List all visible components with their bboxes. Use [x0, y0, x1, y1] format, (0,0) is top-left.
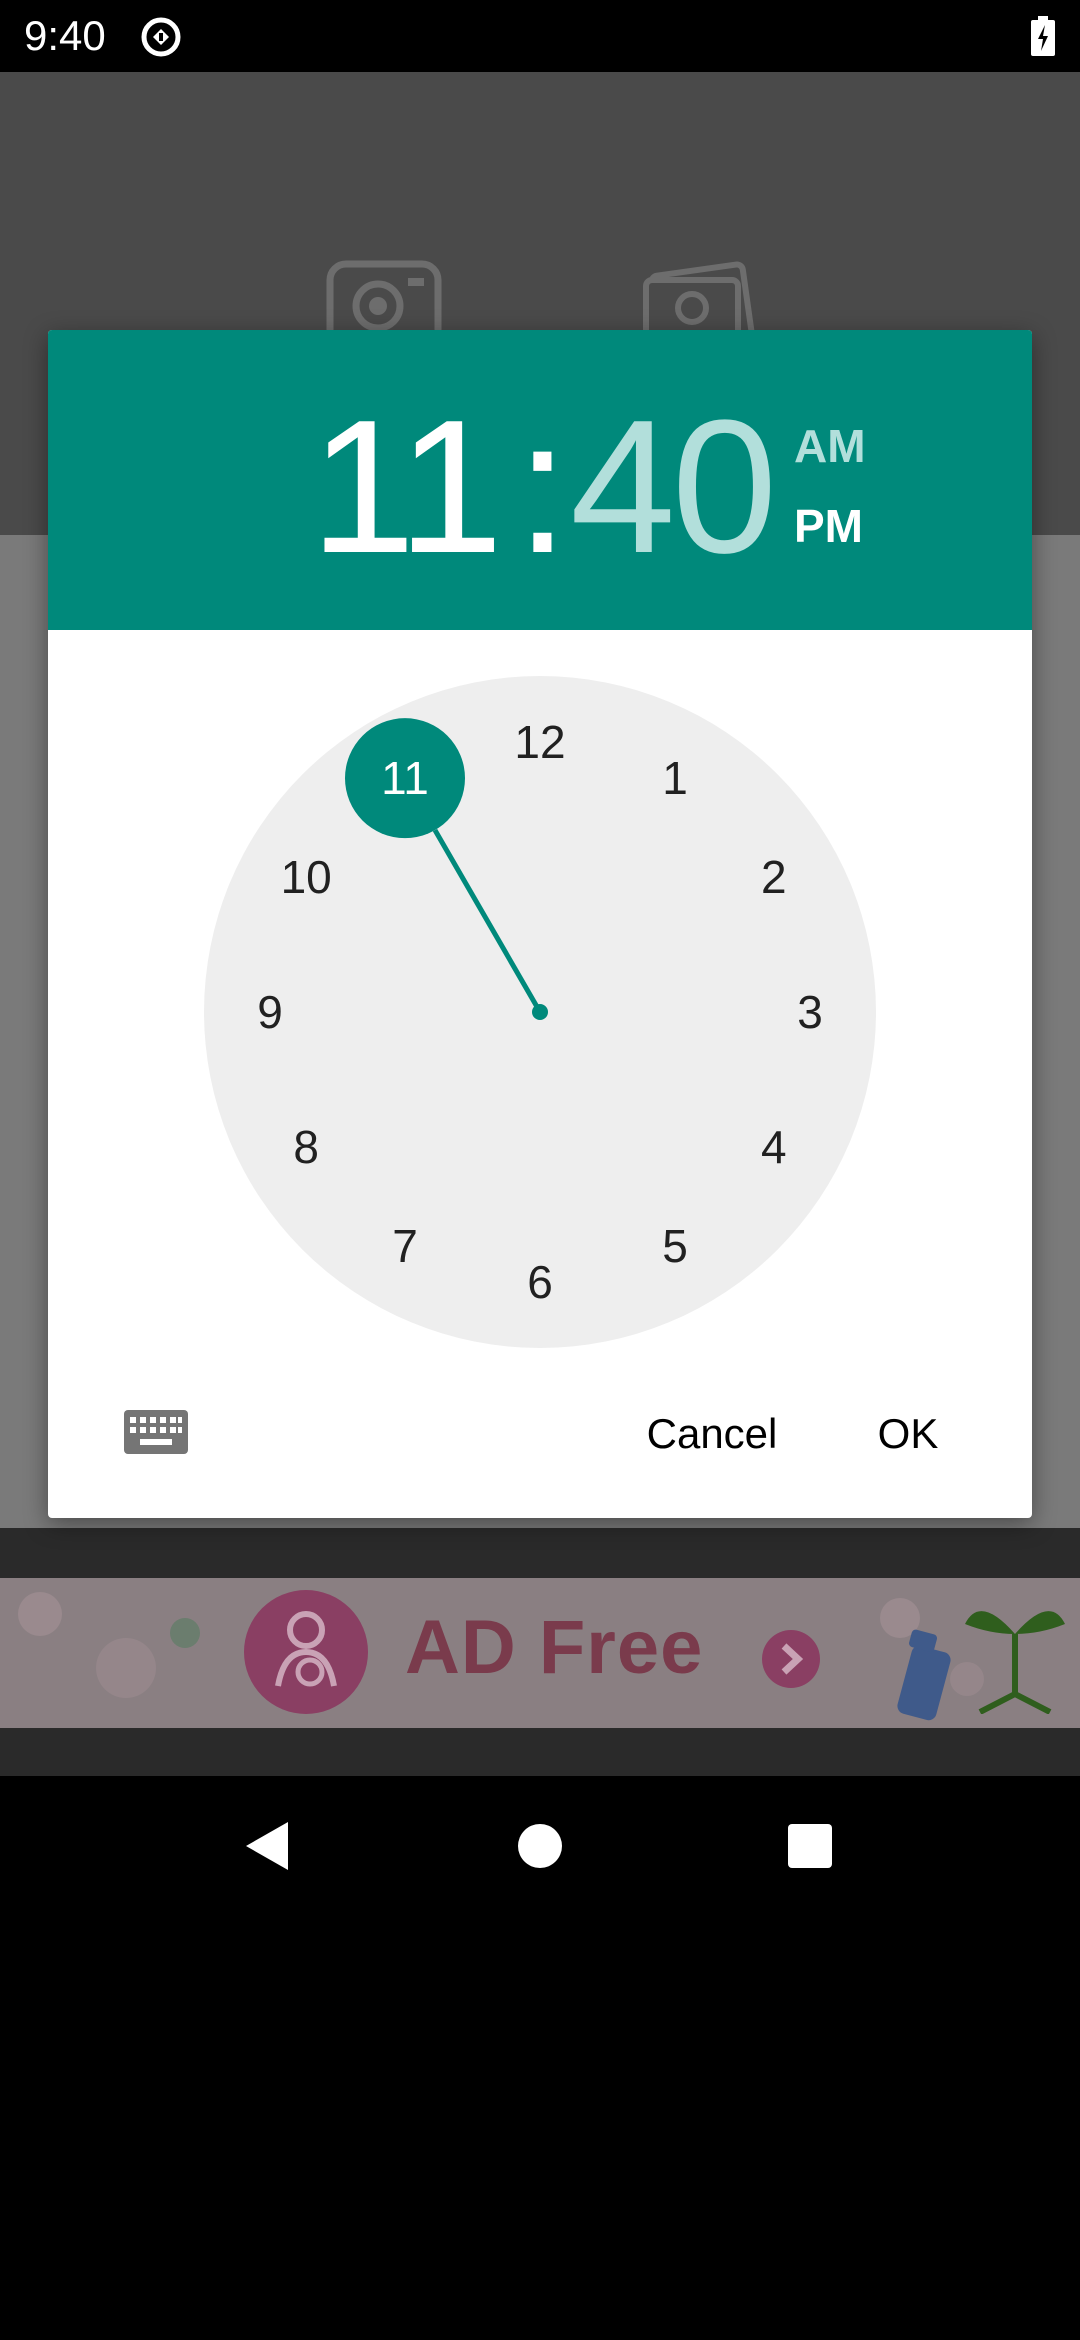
time-picker-header: 11 : 40 AM PM [48, 330, 1032, 630]
screen: 9:40 AD Free 11: 40 AM PM 12 1 2 3 4 5 … [0, 0, 1080, 2340]
pm-toggle[interactable]: PM [794, 498, 863, 554]
time-separator: : [516, 381, 569, 593]
battery-charging-icon [1031, 16, 1055, 56]
clock-face[interactable]: 121234567891011 [204, 676, 876, 1348]
clock-number-11[interactable]: 11 [381, 752, 429, 804]
clock-number-9[interactable]: 9 [257, 986, 283, 1038]
recents-square-icon[interactable] [780, 1816, 840, 1876]
minute-display[interactable]: 40 [570, 392, 777, 582]
navigation-bar [0, 1776, 1080, 1916]
clock-number-6[interactable]: 6 [527, 1256, 553, 1308]
ad-decoration [18, 1592, 62, 1636]
ad-banner[interactable]: AD Free [0, 1578, 1080, 1728]
baby-logo-icon [244, 1590, 368, 1714]
ad-decoration [96, 1638, 156, 1698]
status-bar: 9:40 [0, 0, 1080, 72]
cancel-button[interactable]: Cancel [632, 1406, 792, 1462]
ok-button[interactable]: OK [868, 1406, 948, 1462]
clock-number-3[interactable]: 3 [797, 986, 823, 1038]
clock-number-7[interactable]: 7 [392, 1220, 418, 1272]
app-footer-strip [0, 1528, 1080, 1578]
home-circle-icon[interactable] [510, 1816, 570, 1876]
clock-number-4[interactable]: 4 [761, 1121, 787, 1173]
clock-number-2[interactable]: 2 [761, 851, 787, 903]
status-time: 9:40 [24, 12, 106, 59]
baby-bottle-icon [897, 1629, 951, 1721]
time-picker-dialog: 11 : 40 AM PM 12 1 2 3 4 5 6 7 8 9 10 11 Cancel OK [48, 330, 1032, 1518]
app-bottom-strip [0, 1728, 1080, 1776]
keyboard-icon[interactable] [124, 1410, 188, 1454]
clock-number-8[interactable]: 8 [293, 1121, 319, 1173]
clock-number-12[interactable]: 12 [514, 716, 565, 768]
sync-circle-icon [141, 17, 181, 57]
ad-text: AD Free [405, 1605, 704, 1690]
chevron-right-icon [762, 1630, 820, 1688]
back-triangle-icon[interactable] [238, 1816, 298, 1876]
clock-number-5[interactable]: 5 [662, 1220, 688, 1272]
hour-display[interactable]: 11 [310, 392, 503, 582]
clock-number-10[interactable]: 10 [281, 851, 332, 903]
clock-center-dot [532, 1004, 548, 1020]
clock-number-1[interactable]: 1 [662, 752, 688, 804]
sprout-icon [965, 1611, 1065, 1714]
am-toggle[interactable]: AM [794, 418, 866, 474]
ad-decoration [170, 1618, 200, 1648]
